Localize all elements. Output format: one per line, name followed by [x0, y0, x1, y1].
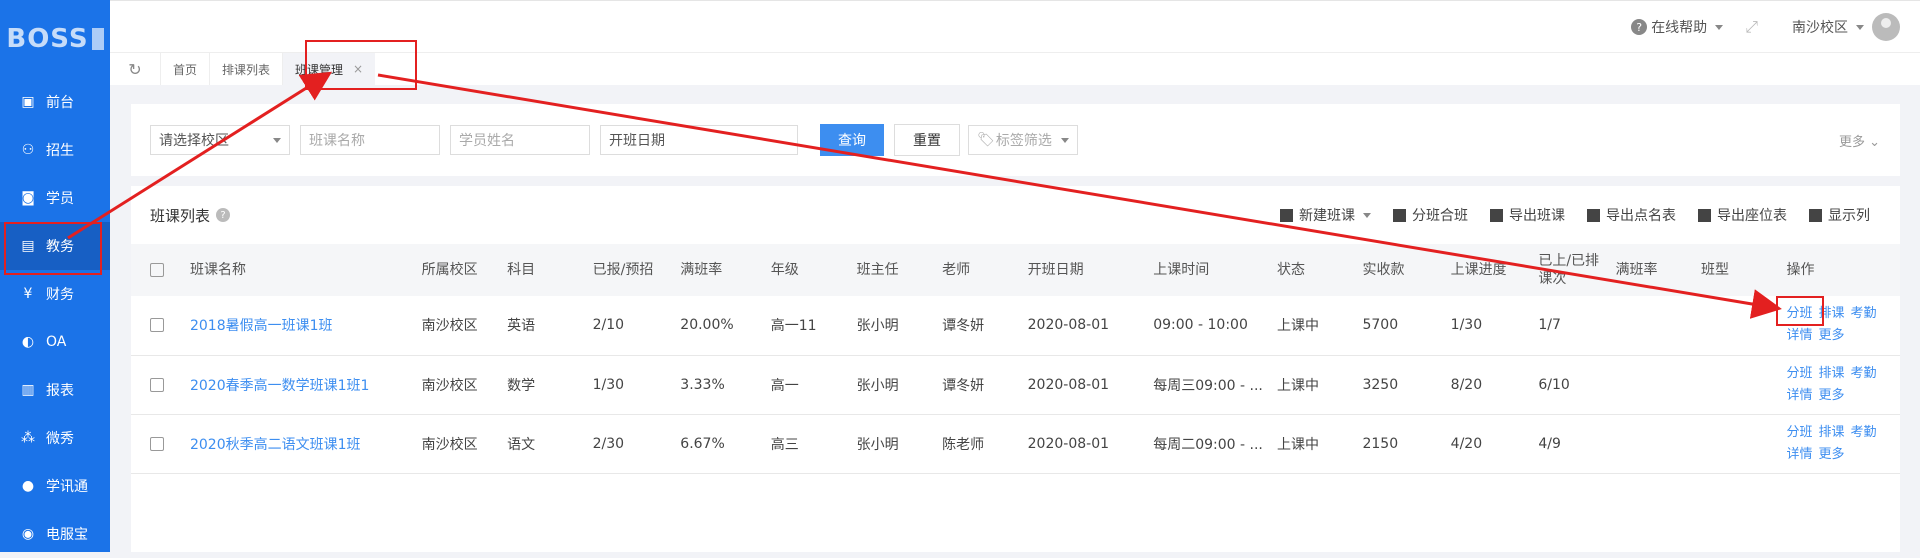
arrow-to-tab [67, 71, 333, 240]
annotation-arrows [67, 71, 1782, 319]
arrow-to-fenban [377, 73, 1782, 319]
